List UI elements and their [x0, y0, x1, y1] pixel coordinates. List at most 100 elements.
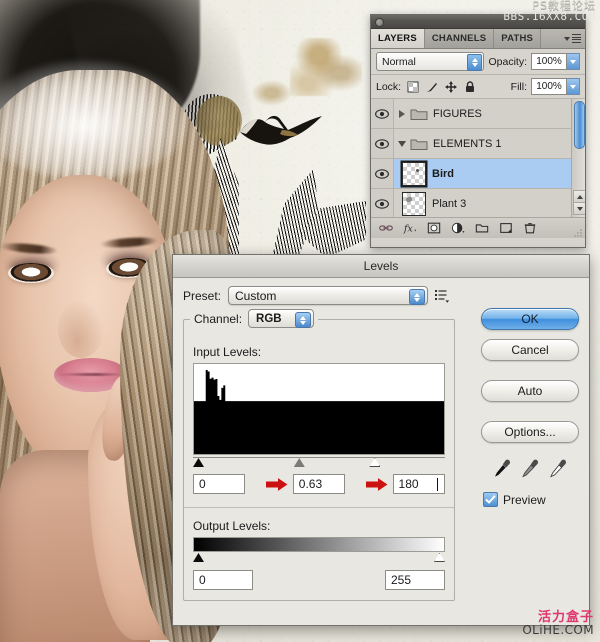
- opacity-dropdown-icon[interactable]: [567, 53, 580, 70]
- input-shadow-handle[interactable]: [193, 458, 204, 467]
- opacity-control[interactable]: 100%: [531, 53, 580, 70]
- lock-all-icon[interactable]: [464, 80, 476, 93]
- fill-input[interactable]: 100%: [531, 78, 567, 95]
- panel-collapse-icon[interactable]: [375, 18, 384, 27]
- input-gamma-handle[interactable]: [293, 458, 305, 467]
- blend-mode-row[interactable]: Normal Opacity: 100%: [371, 49, 585, 75]
- preset-row[interactable]: Preset: Custom: [183, 286, 579, 305]
- input-slider-track[interactable]: [193, 457, 445, 468]
- output-shadow-handle[interactable]: [193, 553, 204, 562]
- layers-panel-footer[interactable]: fx: [371, 217, 585, 238]
- layer-list-scrollbar[interactable]: [571, 99, 585, 217]
- preview-toggle[interactable]: Preview: [479, 492, 581, 507]
- input-shadow-field[interactable]: 0: [193, 474, 246, 494]
- scroll-down-button[interactable]: [573, 202, 585, 215]
- opacity-input[interactable]: 100%: [531, 53, 567, 70]
- table-row[interactable]: Bird: [371, 159, 585, 189]
- preset-stepper-icon[interactable]: [409, 289, 426, 305]
- fill-label: Fill:: [510, 80, 527, 93]
- set-white-point-icon[interactable]: [549, 459, 567, 478]
- output-highlight-handle[interactable]: [434, 553, 445, 562]
- lock-position-icon[interactable]: [445, 80, 458, 93]
- output-shadow-field[interactable]: 0: [193, 570, 253, 590]
- eyedropper-group[interactable]: [481, 459, 579, 478]
- layer-thumbnail[interactable]: [402, 161, 426, 186]
- layer-visibility-toggle[interactable]: [371, 189, 394, 217]
- output-levels-label: Output Levels:: [193, 519, 271, 533]
- channel-fieldset: Channel: RGB Input Levels: 0 0.63 180 Ou…: [183, 309, 455, 601]
- panel-tab-bar[interactable]: LAYERS CHANNELS PATHS: [371, 29, 585, 49]
- preview-checkbox[interactable]: [483, 492, 498, 507]
- auto-button[interactable]: Auto: [481, 380, 579, 402]
- tab-layers-label: LAYERS: [378, 32, 417, 44]
- dialog-titlebar[interactable]: Levels: [173, 255, 589, 278]
- fill-control[interactable]: 100%: [531, 78, 580, 95]
- set-black-point-icon[interactable]: [494, 459, 511, 478]
- adjustment-layer-icon[interactable]: [451, 221, 465, 235]
- group-disclosure-toggle[interactable]: [394, 140, 410, 147]
- layer-name: FIGURES: [433, 107, 482, 120]
- svg-text:fx: fx: [403, 224, 413, 235]
- table-row[interactable]: ELEMENTS 1: [371, 129, 585, 159]
- lock-row[interactable]: Lock: Fill: 100%: [371, 75, 585, 99]
- lock-image-icon[interactable]: [426, 81, 438, 93]
- tab-paths[interactable]: PATHS: [494, 29, 542, 48]
- model-nose: [58, 300, 104, 358]
- output-highlight-field[interactable]: 255: [385, 570, 445, 590]
- input-highlight-handle[interactable]: [369, 458, 381, 467]
- layer-visibility-toggle[interactable]: [371, 99, 394, 128]
- eye-icon: [375, 198, 389, 209]
- panel-menu-icon[interactable]: [564, 33, 581, 44]
- preset-label: Preset:: [183, 288, 222, 303]
- scrollbar-thumb[interactable]: [574, 101, 585, 149]
- panel-titlebar[interactable]: [371, 15, 585, 29]
- input-levels-fields[interactable]: 0 0.63 180: [193, 473, 445, 495]
- channel-stepper-icon[interactable]: [295, 312, 312, 328]
- layer-list[interactable]: FIGURES ELEMENTS 1 Bird Plant 3: [371, 99, 585, 217]
- layer-visibility-toggle[interactable]: [371, 129, 394, 158]
- eye-icon: [375, 168, 389, 179]
- new-layer-icon[interactable]: [499, 221, 513, 235]
- lip-line: [56, 373, 126, 376]
- section-divider: [184, 507, 454, 508]
- panel-resize-grip[interactable]: [574, 228, 583, 237]
- delete-layer-icon[interactable]: [523, 221, 537, 235]
- cancel-button[interactable]: Cancel: [481, 339, 579, 361]
- options-button[interactable]: Options...: [481, 421, 579, 443]
- channel-select[interactable]: RGB: [248, 309, 315, 328]
- group-disclosure-toggle[interactable]: [394, 109, 410, 118]
- layer-style-fx-icon[interactable]: fx: [403, 221, 417, 235]
- output-levels-fields[interactable]: 0 255: [193, 569, 445, 591]
- layers-panel[interactable]: LAYERS CHANNELS PATHS Normal Opacity: 10…: [370, 14, 586, 248]
- link-layers-icon[interactable]: [379, 221, 393, 235]
- input-histogram: [193, 363, 445, 455]
- table-row[interactable]: FIGURES: [371, 99, 585, 129]
- layer-visibility-toggle[interactable]: [371, 159, 394, 188]
- input-highlight-value: 180: [398, 477, 419, 491]
- add-mask-icon[interactable]: [427, 221, 441, 235]
- input-highlight-field[interactable]: 180: [392, 474, 445, 494]
- tab-layers[interactable]: LAYERS: [371, 29, 425, 48]
- eye-icon: [375, 108, 389, 119]
- preset-select[interactable]: Custom: [228, 286, 429, 305]
- input-gamma-field[interactable]: 0.63: [292, 474, 346, 494]
- blend-mode-select[interactable]: Normal: [376, 52, 485, 71]
- tab-channels[interactable]: CHANNELS: [424, 29, 495, 48]
- channel-value: RGB: [256, 312, 282, 325]
- lock-transparency-icon[interactable]: [407, 81, 419, 93]
- opacity-label: Opacity:: [488, 55, 527, 68]
- table-row[interactable]: Plant 3: [371, 189, 585, 217]
- output-slider-track[interactable]: [193, 553, 445, 564]
- layer-thumbnail[interactable]: [402, 191, 426, 216]
- ok-button[interactable]: OK: [481, 308, 579, 330]
- red-arrow-gamma-icon: [266, 477, 288, 491]
- channel-row[interactable]: Channel: RGB: [190, 309, 319, 328]
- preset-options-menu-icon[interactable]: [435, 289, 450, 303]
- levels-dialog[interactable]: Levels OK Cancel Auto Options... Preview…: [172, 254, 590, 626]
- text-caret: [437, 478, 438, 491]
- blend-mode-stepper-icon[interactable]: [467, 54, 483, 71]
- dialog-button-column[interactable]: OK Cancel Auto Options... Preview: [481, 308, 579, 507]
- fill-dropdown-icon[interactable]: [567, 78, 580, 95]
- new-group-icon[interactable]: [475, 221, 489, 235]
- set-gray-point-icon[interactable]: [521, 459, 539, 478]
